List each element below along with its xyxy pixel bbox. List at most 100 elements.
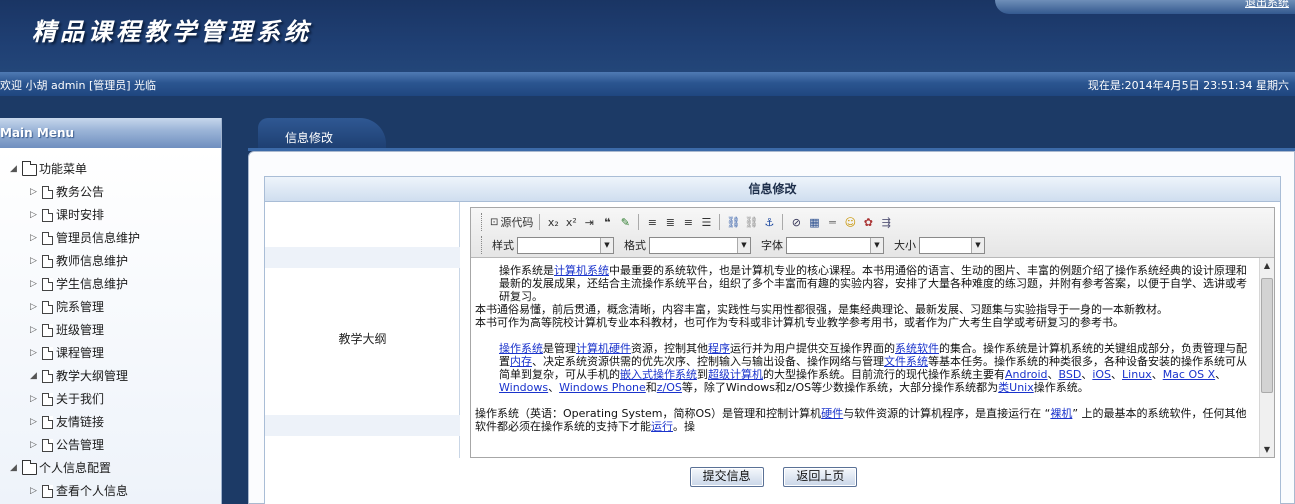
link-unix-like[interactable]: 类Unix <box>998 381 1034 394</box>
link-bsd[interactable]: BSD <box>1059 368 1082 381</box>
link-icon[interactable]: ⛓ <box>724 212 742 232</box>
sidebar-item-student-info[interactable]: ▷ 学生信息维护 <box>0 273 221 296</box>
collapse-arrow-icon[interactable]: ◢ <box>10 158 22 181</box>
format-select[interactable]: ▼ <box>649 236 751 254</box>
link-hardware[interactable]: 硬件 <box>821 407 843 420</box>
clear-format-icon[interactable]: ✎ <box>616 212 634 232</box>
sidebar-item-view-profile[interactable]: ▷ 查看个人信息 <box>0 480 221 503</box>
link-file-system[interactable]: 文件系统 <box>884 355 928 368</box>
link-bare-metal[interactable]: 裸机 <box>1050 407 1072 420</box>
collapse-arrow-icon[interactable]: ◢ <box>10 457 22 480</box>
tree-group-personal-config[interactable]: ◢ 个人信息配置 <box>0 457 221 480</box>
table-icon[interactable]: ▦ <box>805 212 823 232</box>
dropdown-arrow-icon[interactable]: ▼ <box>971 237 984 253</box>
sidebar-item-links[interactable]: ▷ 友情链接 <box>0 411 221 434</box>
link-supercomputer[interactable]: 超级计算机 <box>708 368 763 381</box>
expand-arrow-icon[interactable]: ▷ <box>30 480 42 503</box>
expand-arrow-icon[interactable]: ▷ <box>30 273 42 296</box>
editor-text: 等，除了Windows和z/OS等少数操作系统，大部分操作系统都为 <box>681 381 999 394</box>
link-run[interactable]: 运行 <box>651 420 673 433</box>
sidebar-item-schedule[interactable]: ▷ 课时安排 <box>0 204 221 227</box>
expand-arrow-icon[interactable]: ▷ <box>30 181 42 204</box>
editor-text: 是管理 <box>543 342 576 355</box>
tree-group-function-menu[interactable]: ◢ 功能菜单 <box>0 158 221 181</box>
anchor-icon[interactable]: ⚓ <box>760 212 778 232</box>
editor-content[interactable]: 操作系统是计算机系统中最重要的系统软件，也是计算机专业的核心课程。本书用通俗的语… <box>471 258 1260 457</box>
expand-arrow-icon[interactable]: ▷ <box>30 434 42 457</box>
scroll-up-icon[interactable]: ▲ <box>1260 258 1274 273</box>
source-code-button[interactable]: ⊡ 源代码 <box>488 212 535 232</box>
sidebar-item-admin-info[interactable]: ▷ 管理员信息维护 <box>0 227 221 250</box>
editor-text: 资源，控制其他 <box>631 342 708 355</box>
link-ios[interactable]: iOS <box>1092 368 1111 381</box>
field-label-syllabus: 教学大纲 <box>338 332 387 346</box>
sidebar-item-about-us[interactable]: ▷ 关于我们 <box>0 388 221 411</box>
expand-arrow-icon[interactable]: ▷ <box>30 296 42 319</box>
link-system-software[interactable]: 系统软件 <box>895 342 939 355</box>
link-operating-system[interactable]: 操作系统 <box>499 342 543 355</box>
smiley-icon[interactable]: ☺ <box>841 212 859 232</box>
logout-link[interactable]: 退出系统 <box>1245 0 1289 10</box>
sidebar-item-courses[interactable]: ▷ 课程管理 <box>0 342 221 365</box>
font-select[interactable]: ▼ <box>786 236 884 254</box>
expand-arrow-icon[interactable]: ▷ <box>30 204 42 227</box>
dropdown-arrow-icon[interactable]: ▼ <box>870 237 883 253</box>
expand-arrow-icon[interactable]: ▷ <box>30 342 42 365</box>
welcome-text: 欢迎 小胡 admin [管理员] 光临 <box>0 79 157 92</box>
expand-arrow-icon[interactable]: ▷ <box>30 227 42 250</box>
sidebar-item-teacher-info[interactable]: ▷ 教师信息维护 <box>0 250 221 273</box>
editor-scrollbar[interactable]: ▲ ▼ <box>1259 258 1274 457</box>
back-button[interactable]: 返回上页 <box>783 467 858 487</box>
style-select[interactable]: ▼ <box>517 236 614 254</box>
link-windows[interactable]: Windows <box>499 381 548 394</box>
blockquote-icon[interactable]: ❝ <box>598 212 616 232</box>
expand-arrow-icon[interactable]: ▷ <box>30 319 42 342</box>
special-char-icon[interactable]: ✿ <box>859 212 877 232</box>
flash-icon[interactable]: ⊘ <box>787 212 805 232</box>
align-right-icon[interactable]: ≡ <box>679 212 697 232</box>
align-center-icon[interactable]: ≣ <box>661 212 679 232</box>
collapse-arrow-icon[interactable]: ◢ <box>30 365 42 388</box>
indent-icon[interactable]: ⇥ <box>580 212 598 232</box>
expand-arrow-icon[interactable]: ▷ <box>30 388 42 411</box>
sidebar-item-departments[interactable]: ▷ 院系管理 <box>0 296 221 319</box>
horizontal-rule-icon[interactable]: ═ <box>823 212 841 232</box>
link-computer-hardware[interactable]: 计算机硬件 <box>576 342 631 355</box>
expand-arrow-icon[interactable]: ▷ <box>30 250 42 273</box>
unlink-icon[interactable]: ⛓ <box>742 212 760 232</box>
toolbar-separator <box>782 214 784 230</box>
link-embedded-os[interactable]: 嵌入式操作系统 <box>620 368 697 381</box>
rich-text-editor[interactable]: ⊡ 源代码 x₂ x² ⇥ ❝ ✎ ≡ ≣ ≡ ☰ ⛓ ⛓ ⚓ ⊘ ▦ ═ ☺ … <box>470 207 1275 458</box>
content-panel: 信息修改 教学大纲 ⊡ 源代码 x₂ x² ⇥ ❝ ✎ ≡ ≣ ≡ ☰ ⛓ ⛓ … <box>248 151 1295 504</box>
link-android[interactable]: Android <box>1005 368 1048 381</box>
editor-text: 与软件资源的计算机程序，是直接运行在 “ <box>843 407 1051 420</box>
page-icon <box>42 324 53 337</box>
expand-arrow-icon[interactable]: ▷ <box>30 411 42 434</box>
dropdown-arrow-icon[interactable]: ▼ <box>737 237 750 253</box>
superscript-icon[interactable]: x² <box>562 212 580 232</box>
sidebar-item-classes[interactable]: ▷ 班级管理 <box>0 319 221 342</box>
link-zos[interactable]: z/OS <box>657 381 682 394</box>
submit-button[interactable]: 提交信息 <box>689 467 764 487</box>
align-justify-icon[interactable]: ☰ <box>697 212 715 232</box>
scroll-down-icon[interactable]: ▼ <box>1260 442 1274 457</box>
subscript-icon[interactable]: x₂ <box>544 212 562 232</box>
link-linux[interactable]: Linux <box>1122 368 1152 381</box>
link-memory[interactable]: 内存 <box>510 355 532 368</box>
link-program[interactable]: 程序 <box>708 342 730 355</box>
sidebar-item-notices[interactable]: ▷ 公告管理 <box>0 434 221 457</box>
editor-paragraph: 操作系统是计算机系统中最重要的系统软件，也是计算机专业的核心课程。本书用通俗的语… <box>475 264 1254 303</box>
size-select[interactable]: ▼ <box>919 236 985 254</box>
page-break-icon[interactable]: ⇶ <box>877 212 895 232</box>
sidebar-item-announcements[interactable]: ▷ 教务公告 <box>0 181 221 204</box>
scroll-thumb[interactable] <box>1261 278 1273 393</box>
link-mac-os-x[interactable]: Mac OS X <box>1163 368 1215 381</box>
link-windows-phone[interactable]: Windows Phone <box>559 381 646 394</box>
form-button-row: 提交信息 返回上页 <box>265 467 1282 497</box>
align-left-icon[interactable]: ≡ <box>643 212 661 232</box>
menu-tree: ◢ 功能菜单 ▷ 教务公告 ▷ 课时安排 ▷ 管理员信息维护 ▷ 教师信息维护 ▷ 学生信息… <box>0 148 221 504</box>
dropdown-arrow-icon[interactable]: ▼ <box>600 237 613 253</box>
link-computer-system[interactable]: 计算机系统 <box>554 264 609 277</box>
sidebar-item-syllabus[interactable]: ◢ 教学大纲管理 <box>0 365 221 388</box>
tab-info-edit[interactable]: 信息修改 <box>258 118 386 150</box>
